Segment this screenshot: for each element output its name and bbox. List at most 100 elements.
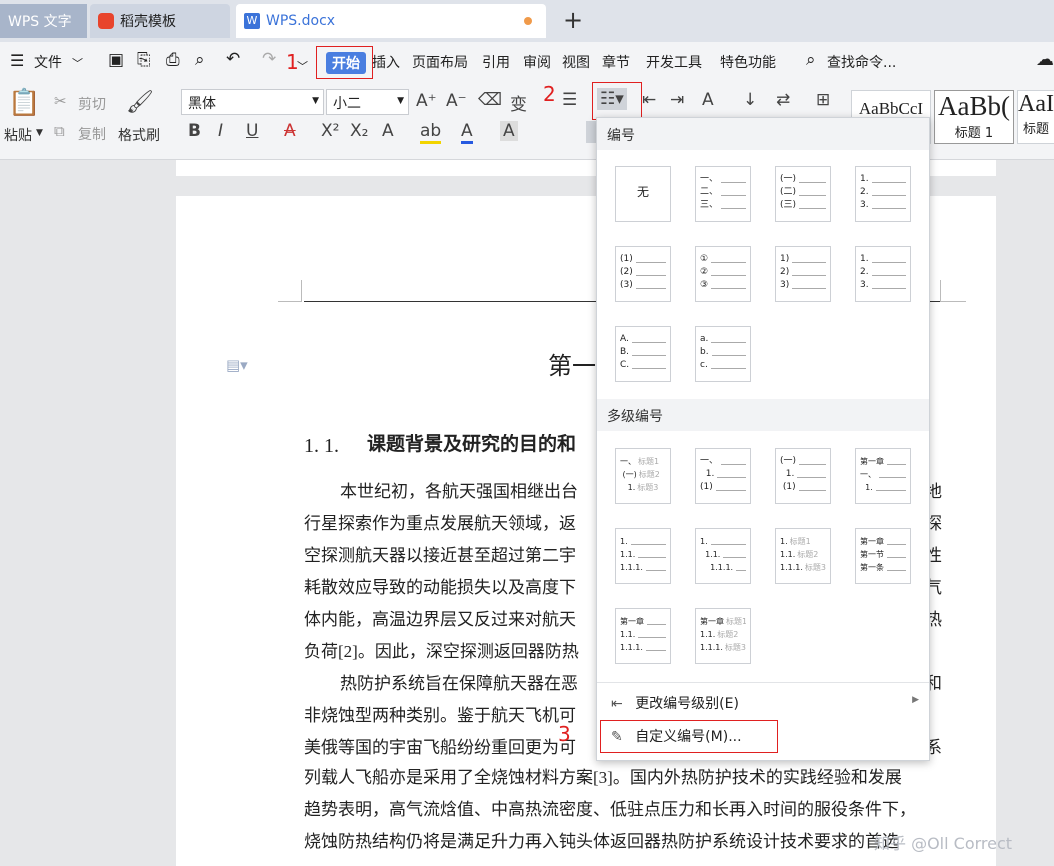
change-level-item[interactable]: ⇤ 更改编号级别(E) ▶ — [597, 688, 929, 718]
menu-special[interactable]: 特色功能 — [720, 52, 776, 72]
file-chevron-down-icon[interactable]: ﹀ — [72, 55, 83, 71]
search-icon[interactable]: ⌕ — [806, 50, 816, 70]
multilevel-chapter-section[interactable]: 第一章 第一节 第一条 — [855, 528, 911, 584]
style-heading-1[interactable]: AaBb( 标题 1 — [934, 90, 1014, 144]
body-line: 热防护系统旨在保障航天器在恶 — [340, 674, 578, 693]
chapter-title: 第一 — [548, 352, 596, 380]
annotation-box-custom — [600, 720, 778, 753]
highlight-icon[interactable]: ab — [420, 121, 442, 144]
print-icon[interactable]: ⎙ — [166, 50, 180, 70]
chevron-right-icon: ▶ — [912, 695, 919, 705]
body-line: 烧蚀防热结构仍将是满足升力再入钝头体返回器热防护系统设计技术要求的首选 — [304, 832, 899, 851]
cloud-icon[interactable]: ☁ — [1036, 49, 1054, 70]
undo-icon[interactable]: ↶ — [226, 49, 240, 69]
dropdown-divider — [597, 682, 929, 683]
underline-icon[interactable]: U — [246, 121, 258, 141]
menu-view[interactable]: 视图 — [562, 52, 590, 72]
menu-chapter[interactable]: 章节 — [602, 52, 630, 72]
clear-format-icon[interactable]: ⌫ — [478, 90, 502, 110]
heading-text: 课题背景及研究的目的和 — [367, 434, 577, 454]
multilevel-decimal-indent[interactable]: 1. 1.1. 1.1.1. — [695, 528, 751, 584]
redo-icon[interactable]: ↷ — [262, 49, 276, 69]
save-icon[interactable]: ▣ — [108, 50, 124, 70]
superscript-icon[interactable]: X² — [321, 121, 339, 141]
font-name-select[interactable]: 黑体 ▼ — [181, 89, 324, 115]
char-shading-icon[interactable]: A — [500, 121, 518, 141]
multilevel-chinese-paren[interactable]: (一) 1. (1) — [775, 448, 831, 504]
numbering-chinese-paren[interactable]: (一) (二) (三) — [775, 166, 831, 222]
tab-daoke-template[interactable]: 稻壳模板 — [90, 4, 230, 38]
bold-icon[interactable]: B — [188, 121, 201, 141]
strikethrough-icon[interactable]: A — [284, 121, 296, 141]
grow-font-icon[interactable]: A⁺ — [416, 91, 437, 111]
paste-icon[interactable]: 📋 — [8, 88, 40, 118]
multilevel-chapter-decimal[interactable]: 第一章 1.1. 1.1.1. — [615, 608, 671, 664]
subscript-icon[interactable]: X₂ — [350, 121, 368, 141]
bullet-list-icon[interactable]: ☰ — [562, 90, 577, 110]
style-heading-2[interactable]: AaI 标题 — [1017, 90, 1054, 144]
menu-developer[interactable]: 开发工具 — [646, 52, 702, 72]
numbering-arabic-paren[interactable]: (1) (2) (3) — [615, 246, 671, 302]
menu-file[interactable]: 文件 — [34, 52, 62, 72]
numbering-arabic-half-paren[interactable]: 1) 2) 3) — [775, 246, 831, 302]
format-painter-button[interactable]: 格式刷 — [118, 125, 160, 145]
title-bar: WPS 文字 稻壳模板 W WPS.docx + — [0, 0, 1054, 42]
tab-wps-writer[interactable]: WPS 文字 — [0, 4, 87, 38]
multilevel-chinese-arabic[interactable]: 一、 1. (1) — [695, 448, 751, 504]
tab-label: WPS.docx — [266, 13, 336, 29]
numbering-arabic-dot[interactable]: 1. 2. 3. — [855, 166, 911, 222]
tab-wps-docx[interactable]: W WPS.docx — [236, 4, 546, 38]
page-corner-left — [278, 280, 302, 302]
menu-page-layout[interactable]: 页面布局 — [412, 52, 468, 72]
font-size-select[interactable]: 小二 ▼ — [326, 89, 409, 115]
shrink-font-icon[interactable]: A⁻ — [446, 91, 467, 111]
paste-button[interactable]: 粘贴 — [4, 125, 32, 145]
copy-button[interactable]: 复制 — [78, 124, 106, 144]
copy-icon[interactable]: ⧉ — [54, 122, 65, 140]
sort-icon[interactable]: ↓ — [743, 90, 757, 110]
phonetic-guide-icon[interactable]: 变 — [510, 90, 527, 115]
search-command[interactable]: 查找命令... — [827, 52, 896, 72]
show-marks-icon[interactable]: ⇄ — [776, 90, 790, 110]
export-icon[interactable]: ⎘ — [137, 50, 151, 70]
numbering-chinese-comma[interactable]: 一、 二、 三、 — [695, 166, 751, 222]
increase-indent-icon[interactable]: ⇥ — [670, 90, 684, 110]
numbering-lower-alpha[interactable]: a. b. c. — [695, 326, 751, 382]
customize-chevron-icon[interactable]: ﹀ — [297, 58, 308, 74]
font-color-icon[interactable]: A — [461, 121, 473, 144]
menu-review[interactable]: 审阅 — [523, 52, 551, 72]
numbering-none[interactable]: 无 — [615, 166, 671, 222]
multilevel-decimal[interactable]: 1. 1.1. 1.1.1. — [615, 528, 671, 584]
numbering-circled[interactable]: ①②③ — [695, 246, 751, 302]
multilevel-chapter[interactable]: 第一章 一、 1. — [855, 448, 911, 504]
multilevel-chapter-heading[interactable]: 第一章 标题1 1.1. 标题2 1.1.1. 标题3 — [695, 608, 751, 664]
decrease-indent-icon[interactable]: ⇤ — [642, 90, 656, 110]
numbering-upper-alpha[interactable]: A. B. C. — [615, 326, 671, 382]
cut-button[interactable]: 剪切 — [78, 94, 106, 114]
hamburger-icon[interactable]: ☰ — [10, 51, 24, 70]
format-painter-icon[interactable]: 🖌 — [126, 90, 154, 115]
paste-chevron-icon[interactable]: ▼ — [36, 128, 43, 138]
table-border-icon[interactable]: ⊞ — [816, 90, 830, 110]
new-tab-plus-icon[interactable]: + — [563, 6, 583, 34]
body-line: 耗散效应导致的动能损失以及高度下 — [304, 578, 576, 597]
body-line: 趋势表明，高气流焓值、中高热流密度、低驻点压力和长再入时间的服役条件下， — [304, 800, 916, 819]
menu-references[interactable]: 引用 — [482, 52, 510, 72]
multilevel-decimal-heading[interactable]: 1. 标题1 1.1. 标题2 1.1.1. 标题3 — [775, 528, 831, 584]
preview-icon[interactable]: ⌕ — [195, 50, 205, 70]
text-effect-icon[interactable]: A — [382, 121, 394, 141]
italic-icon[interactable]: I — [218, 121, 223, 141]
chinese-layout-icon[interactable]: A — [702, 90, 714, 110]
multilevel-chinese-heading[interactable]: 一、 标题1 (一) 标题2 1. 标题3 — [615, 448, 671, 504]
font-size-value: 小二 — [333, 96, 361, 112]
numbering-arabic-dot-2[interactable]: 1. 2. 3. — [855, 246, 911, 302]
unsaved-dot-icon — [524, 17, 532, 25]
cut-icon[interactable]: ✂ — [54, 92, 67, 110]
tab-label: WPS 文字 — [8, 14, 72, 30]
menu-start[interactable]: 开始 — [326, 52, 366, 74]
numbered-list-icon[interactable]: ☷▾ — [597, 88, 627, 110]
menu-insert[interactable]: 插入 — [372, 52, 400, 72]
doc-assist-icon[interactable]: ▤▾ — [226, 356, 248, 374]
body-line: 列载人飞船亦是采用了全烧蚀材料方案[3]。国内外热防护技术的实践经验和发展 — [304, 768, 902, 787]
body-line: 本世纪初，各航天强国相继出台 — [340, 482, 578, 501]
